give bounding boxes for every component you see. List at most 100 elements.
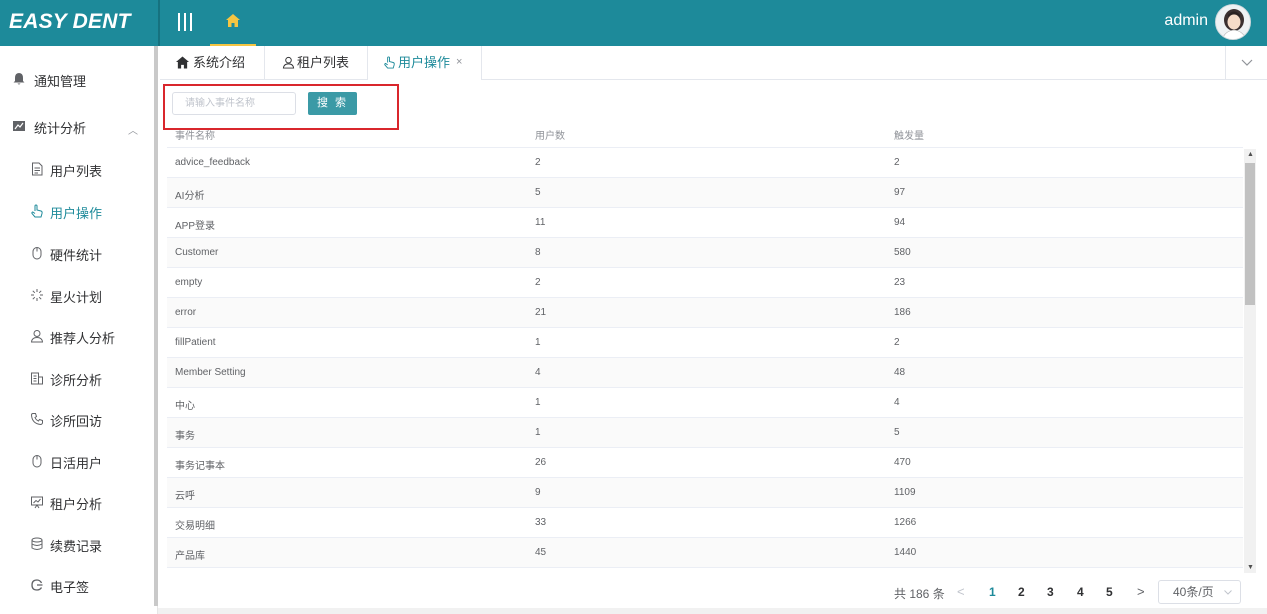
sidebar-item-user-operation[interactable]: 用户操作 — [0, 190, 154, 232]
tab-label: 租户列表 — [297, 55, 350, 70]
cell-event: Customer — [175, 247, 219, 258]
sidebar-item-label: 硬件统计 — [50, 248, 103, 263]
search-button[interactable]: 搜 索 — [308, 92, 357, 115]
sidebar-item-label: 用户列表 — [50, 164, 103, 179]
cell-event: advice_feedback — [175, 157, 251, 168]
column-header-users[interactable]: 用户数 — [535, 127, 565, 142]
chevron-down-icon — [1241, 59, 1253, 66]
cell-users: 5 — [535, 187, 541, 198]
cell-triggers: 2 — [894, 157, 900, 168]
page-size-value: 40条/页 — [1173, 585, 1214, 599]
sidebar-item-label: 统计分析 — [34, 121, 87, 136]
cell-users: 11 — [535, 217, 546, 228]
tab-bar: 系统介绍 租户列表 用户操作 × — [160, 46, 1267, 80]
cell-event: 产品库 — [175, 551, 205, 562]
cell-users: 2 — [535, 157, 541, 168]
page-2-button[interactable]: 2 — [1018, 585, 1025, 609]
pointer-hand-icon — [31, 204, 43, 218]
sidebar-item-referrer[interactable]: 推荐人分析 — [0, 315, 154, 357]
tab-tenant-list[interactable]: 租户列表 — [265, 46, 368, 80]
column-header-triggers[interactable]: 触发量 — [894, 127, 924, 142]
table-row[interactable]: empty 2 23 — [167, 268, 1243, 298]
table-row[interactable]: APP登录 11 94 — [167, 208, 1243, 238]
cell-triggers: 2 — [894, 337, 900, 348]
table-row[interactable]: fillPatient 1 2 — [167, 328, 1243, 358]
user-icon — [30, 330, 44, 343]
sidebar-item-clinic-analysis[interactable]: 诊所分析 — [0, 357, 154, 399]
next-page-button[interactable]: > — [1137, 584, 1145, 608]
sidebar-item-clinic-visit[interactable]: 诊所回访 — [0, 398, 154, 440]
cell-triggers: 4 — [894, 397, 900, 408]
sidebar-item-daily-active[interactable]: 日活用户 — [0, 440, 154, 482]
cell-triggers: 580 — [894, 247, 911, 258]
user-avatar-icon — [1216, 5, 1250, 39]
mouse-icon — [32, 247, 42, 260]
cell-triggers: 48 — [894, 367, 906, 378]
cell-event: 事务 — [175, 431, 195, 442]
table-row[interactable]: 云呼 9 1109 — [167, 478, 1243, 508]
sidebar-item-tenant-analysis[interactable]: 租户分析 — [0, 481, 154, 523]
sidebar-item-spark-plan[interactable]: 星火计划 — [0, 274, 154, 316]
sidebar-item-e-signature[interactable]: 电子签 — [0, 564, 154, 606]
prev-page-button[interactable]: < — [957, 584, 965, 608]
close-icon[interactable]: × — [456, 46, 462, 79]
logo-divider — [158, 0, 160, 46]
table-scrollbar[interactable]: ▲ ▼ — [1244, 149, 1256, 573]
cell-triggers: 5 — [894, 427, 900, 438]
column-header-event[interactable]: 事件名称 — [175, 127, 215, 142]
cell-event: 事务记事本 — [175, 461, 225, 472]
chevron-down-icon — [1224, 590, 1232, 595]
sidebar-item-statistics[interactable]: 统计分析 ︿ — [0, 105, 154, 147]
home-icon — [176, 56, 189, 69]
user-name[interactable]: admin — [1164, 12, 1208, 30]
tab-system-intro[interactable]: 系统介绍 — [160, 46, 265, 80]
cell-users: 1 — [535, 397, 541, 408]
tab-user-operation[interactable]: 用户操作 × — [368, 46, 482, 80]
cell-event: APP登录 — [175, 221, 216, 232]
table-row[interactable]: 事务 1 5 — [167, 418, 1243, 448]
home-nav-button[interactable] — [210, 0, 256, 46]
document-icon — [32, 162, 43, 176]
table-row[interactable]: AI分析 5 97 — [167, 178, 1243, 208]
sidebar-item-renewal[interactable]: 续费记录 — [0, 523, 154, 565]
menu-toggle-button[interactable] — [178, 13, 192, 31]
page-4-button[interactable]: 4 — [1077, 585, 1084, 609]
table-row[interactable]: 产品库 45 1440 — [167, 538, 1243, 568]
cell-triggers: 186 — [894, 307, 911, 318]
sidebar-item-label: 星火计划 — [50, 290, 103, 305]
bell-icon — [13, 73, 25, 85]
page-1-button[interactable]: 1 — [989, 585, 996, 609]
search-input[interactable]: 请输入事件名称 — [172, 92, 296, 115]
horizontal-scrollbar[interactable] — [158, 608, 1267, 614]
cell-triggers: 94 — [894, 217, 906, 228]
avatar[interactable] — [1215, 4, 1251, 40]
sidebar-item-hardware[interactable]: 硬件统计 — [0, 232, 154, 274]
table-row[interactable]: Customer 8 580 — [167, 238, 1243, 268]
home-icon — [226, 14, 240, 27]
tabs-more-button[interactable] — [1225, 46, 1267, 80]
scrollbar-thumb[interactable] — [1245, 163, 1255, 305]
table-row[interactable]: Member Setting 4 48 — [167, 358, 1243, 388]
table-row[interactable]: error 21 186 — [167, 298, 1243, 328]
table-row[interactable]: advice_feedback 2 2 — [167, 148, 1243, 178]
cell-users: 21 — [535, 307, 547, 318]
table-row[interactable]: 中心 1 4 — [167, 388, 1243, 418]
sidebar-item-label: 日活用户 — [50, 456, 103, 471]
sidebar-scrollbar[interactable] — [154, 46, 158, 606]
page-5-button[interactable]: 5 — [1106, 585, 1113, 609]
cell-users: 1 — [535, 337, 541, 348]
page-3-button[interactable]: 3 — [1047, 585, 1054, 609]
table-row[interactable]: 事务记事本 26 470 — [167, 448, 1243, 478]
cell-triggers: 1440 — [894, 547, 917, 558]
scroll-down-icon[interactable]: ▼ — [1247, 564, 1254, 571]
signature-icon — [31, 579, 43, 591]
sidebar-item-notice[interactable]: 通知管理 — [0, 58, 154, 100]
sidebar-item-label: 电子签 — [50, 580, 90, 595]
cell-users: 26 — [535, 457, 547, 468]
sidebar-item-label: 租户分析 — [50, 497, 103, 512]
cell-event: 云呼 — [175, 491, 195, 502]
sidebar-item-user-list[interactable]: 用户列表 — [0, 148, 154, 190]
table-row[interactable]: 交易明细 33 1266 — [167, 508, 1243, 538]
scroll-up-icon[interactable]: ▲ — [1247, 151, 1254, 158]
page-size-select[interactable]: 40条/页 — [1158, 580, 1241, 604]
